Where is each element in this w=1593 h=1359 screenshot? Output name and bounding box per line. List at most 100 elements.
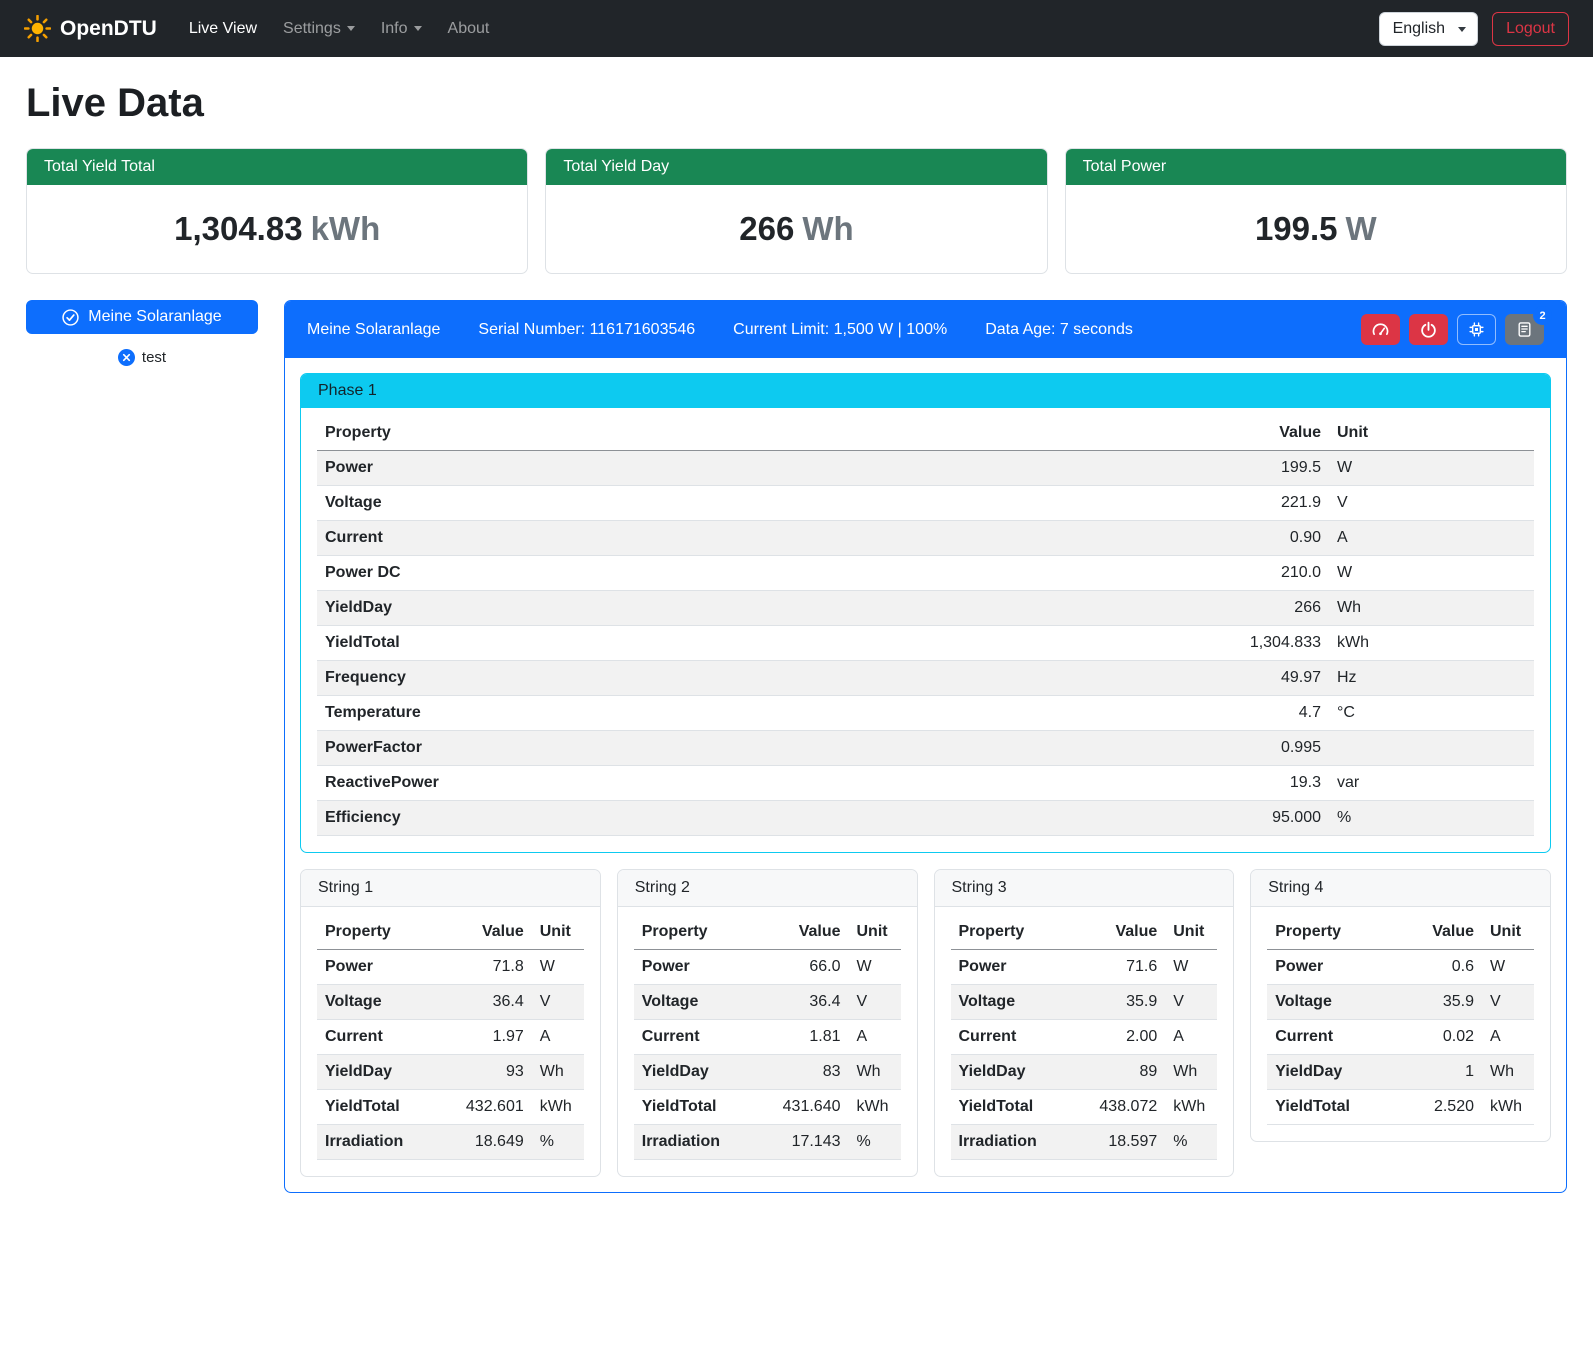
card-title: Total Yield Day (546, 149, 1046, 185)
cell-value: 36.4 (763, 985, 849, 1020)
cell-unit: V (1482, 985, 1534, 1020)
nav-item-label: Live View (189, 20, 257, 38)
cell-unit: % (849, 1125, 901, 1160)
cell-value: 199.5 (1189, 451, 1329, 486)
cell-unit: Wh (849, 1055, 901, 1090)
cell-value: 4.7 (1189, 696, 1329, 731)
nav-item-info[interactable]: Info (371, 12, 432, 46)
table-row: Voltage35.9V (951, 985, 1218, 1020)
nav-item-about[interactable]: About (438, 12, 500, 46)
event-count-badge: 2 (1533, 306, 1552, 325)
table-row: YieldTotal1,304.833kWh (317, 626, 1534, 661)
cell-property: YieldTotal (317, 1090, 446, 1125)
strings-grid: String 1 Property Value Unit (300, 869, 1551, 1177)
navbar-right: English Logout (1379, 12, 1569, 46)
table-row: Voltage221.9V (317, 486, 1534, 521)
total-yield-day-card: Total Yield Day 266Wh (545, 148, 1047, 274)
inverter-current-limit: Current Limit: 1,500 W | 100% (733, 321, 947, 339)
cell-value: 35.9 (1396, 985, 1482, 1020)
table-row: YieldTotal432.601kWh (317, 1090, 584, 1125)
string-table-wrap: Property Value Unit Power71.8WVoltage36.… (301, 907, 600, 1176)
cell-value: 0.90 (1189, 521, 1329, 556)
cell-unit: Wh (1482, 1055, 1534, 1090)
language-select[interactable]: English (1379, 12, 1478, 46)
cell-value: 66.0 (763, 950, 849, 985)
cell-value: 49.97 (1189, 661, 1329, 696)
cell-property: PowerFactor (317, 731, 1189, 766)
cell-property: Current (951, 1020, 1080, 1055)
power-icon (1420, 321, 1437, 338)
cell-value: 0.6 (1396, 950, 1482, 985)
inverter-panel-header: Meine Solaranlage Serial Number: 1161716… (285, 301, 1566, 358)
cell-property: Current (317, 1020, 446, 1055)
inverter-select-button-test[interactable]: test (26, 349, 258, 366)
cpu-icon (1468, 321, 1485, 338)
card-title: Total Power (1066, 149, 1566, 185)
phase-table-wrap: Property Value Unit Power199.5WVoltage22… (301, 408, 1550, 852)
cell-value: 221.9 (1189, 486, 1329, 521)
cell-value: 1.97 (446, 1020, 532, 1055)
event-log-button[interactable]: 2 (1505, 314, 1544, 345)
table-row: Power199.5W (317, 451, 1534, 486)
table-row: Temperature4.7°C (317, 696, 1534, 731)
card-value-row: 266Wh (546, 185, 1046, 273)
cell-unit: V (1165, 985, 1217, 1020)
cell-unit: W (1482, 950, 1534, 985)
string-3-card: String 3 Property Value Unit (934, 869, 1235, 1177)
cell-property: YieldDay (1267, 1055, 1396, 1090)
table-row: YieldDay83Wh (634, 1055, 901, 1090)
brand-link[interactable]: OpenDTU (24, 15, 157, 42)
table-row: YieldDay1Wh (1267, 1055, 1534, 1090)
cell-unit: A (532, 1020, 584, 1055)
col-property: Property (951, 915, 1080, 950)
string-1-data-table: Property Value Unit Power71.8WVoltage36.… (317, 915, 584, 1160)
cell-value: 432.601 (446, 1090, 532, 1125)
string-2-data-table: Property Value Unit Power66.0WVoltage36.… (634, 915, 901, 1160)
cell-unit: % (1165, 1125, 1217, 1160)
limit-settings-button[interactable] (1361, 314, 1400, 345)
page-title: Live Data (26, 81, 1567, 126)
cell-unit: % (532, 1125, 584, 1160)
cell-value: 1.81 (763, 1020, 849, 1055)
card-unit: kWh (311, 210, 381, 247)
inverter-action-buttons: 2 (1361, 314, 1544, 345)
cell-property: Power (634, 950, 763, 985)
x-circle-icon (118, 349, 135, 366)
cell-value: 210.0 (1189, 556, 1329, 591)
cell-unit: Wh (1165, 1055, 1217, 1090)
nav-item-live-view[interactable]: Live View (179, 12, 267, 46)
device-info-button[interactable] (1457, 314, 1496, 345)
table-row: Current1.81A (634, 1020, 901, 1055)
journal-icon (1516, 321, 1533, 338)
inverter-panel: Meine Solaranlage Serial Number: 1161716… (284, 300, 1567, 1193)
col-value: Value (1189, 416, 1329, 451)
inverter-select-button-active[interactable]: Meine Solaranlage (26, 300, 258, 334)
col-value: Value (763, 915, 849, 950)
string-table-wrap: Property Value Unit Power0.6WVoltage35.9… (1251, 907, 1550, 1141)
cell-value: 0.02 (1396, 1020, 1482, 1055)
table-row: Voltage36.4V (634, 985, 901, 1020)
logout-button[interactable]: Logout (1492, 12, 1569, 46)
table-row: Irradiation18.597% (951, 1125, 1218, 1160)
cell-property: YieldDay (317, 1055, 446, 1090)
cell-property: Irradiation (317, 1125, 446, 1160)
sun-icon (24, 15, 51, 42)
power-toggle-button[interactable] (1409, 314, 1448, 345)
cell-property: Power (1267, 950, 1396, 985)
nav-item-settings[interactable]: Settings (273, 12, 365, 46)
table-row: Current1.97A (317, 1020, 584, 1055)
cell-value: 35.9 (1079, 985, 1165, 1020)
cell-unit: Hz (1329, 661, 1534, 696)
cell-unit: V (532, 985, 584, 1020)
cell-value: 1 (1396, 1055, 1482, 1090)
table-header-row: Property Value Unit (317, 416, 1534, 451)
col-unit: Unit (849, 915, 901, 950)
table-header-row: Property Value Unit (317, 915, 584, 950)
cell-property: Efficiency (317, 801, 1189, 836)
table-row: Power0.6W (1267, 950, 1534, 985)
cell-property: Current (317, 521, 1189, 556)
table-header-row: Property Value Unit (634, 915, 901, 950)
cell-property: Power (317, 950, 446, 985)
cell-unit: kWh (532, 1090, 584, 1125)
cell-property: YieldTotal (1267, 1090, 1396, 1125)
